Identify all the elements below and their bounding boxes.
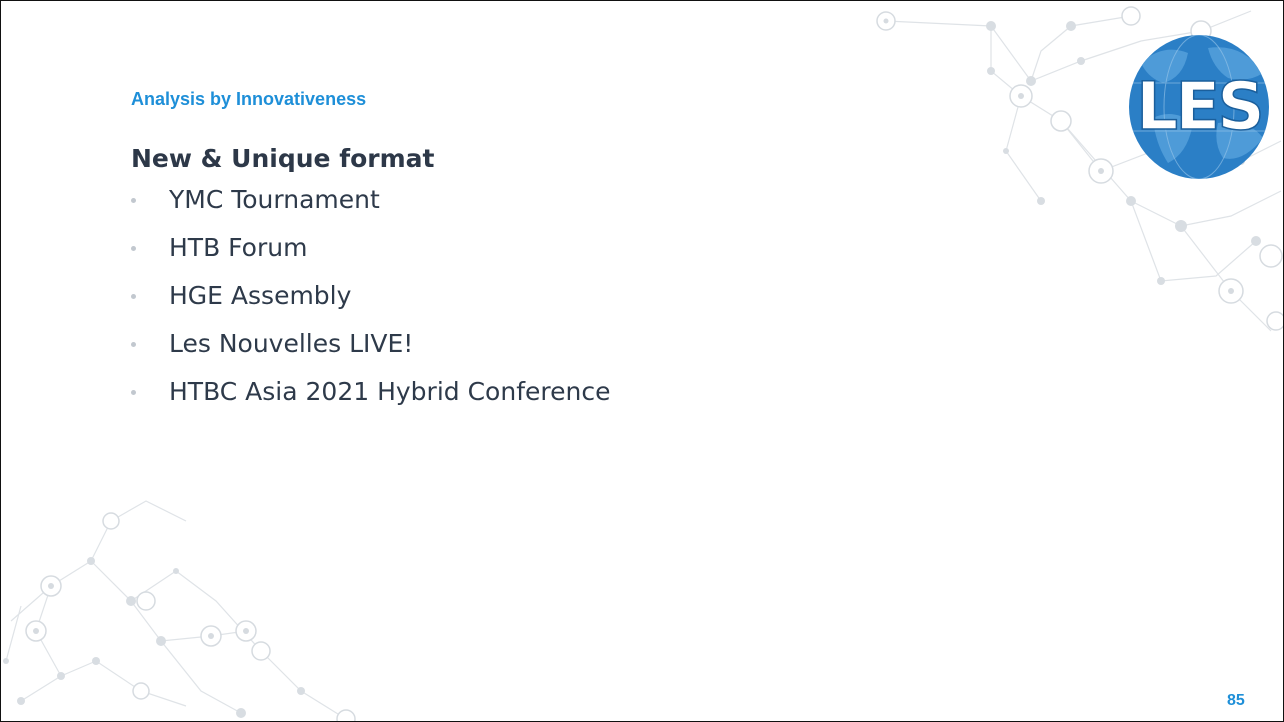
bullet-item: YMC Tournament xyxy=(131,176,610,224)
bullet-item: HTB Forum xyxy=(131,224,610,272)
slide: LES Analysis by Innovativeness New & Uni… xyxy=(0,0,1284,722)
les-logo-text: LES xyxy=(1136,68,1262,145)
les-logo: LES xyxy=(1129,35,1269,179)
bullet-item: HGE Assembly xyxy=(131,272,610,320)
bullet-icon xyxy=(131,294,136,299)
bullet-icon xyxy=(131,390,136,395)
bullet-icon xyxy=(131,246,136,251)
bullet-text: HGE Assembly xyxy=(169,281,352,310)
bullet-item: HTBC Asia 2021 Hybrid Conference xyxy=(131,368,610,416)
bullet-text: YMC Tournament xyxy=(169,185,380,214)
bullet-text: Les Nouvelles LIVE! xyxy=(169,329,414,358)
bullet-item: Les Nouvelles LIVE! xyxy=(131,320,610,368)
bullet-text: HTBC Asia 2021 Hybrid Conference xyxy=(169,377,611,406)
bullet-icon xyxy=(131,342,136,347)
section-label: Analysis by Innovativeness xyxy=(131,89,367,109)
bullet-icon xyxy=(131,198,136,203)
bullet-list: YMC Tournament HTB Forum HGE Assembly Le… xyxy=(131,176,610,416)
bullet-text: HTB Forum xyxy=(169,233,308,262)
page-number: 85 xyxy=(1227,692,1245,709)
slide-heading: New & Unique format xyxy=(131,144,435,173)
